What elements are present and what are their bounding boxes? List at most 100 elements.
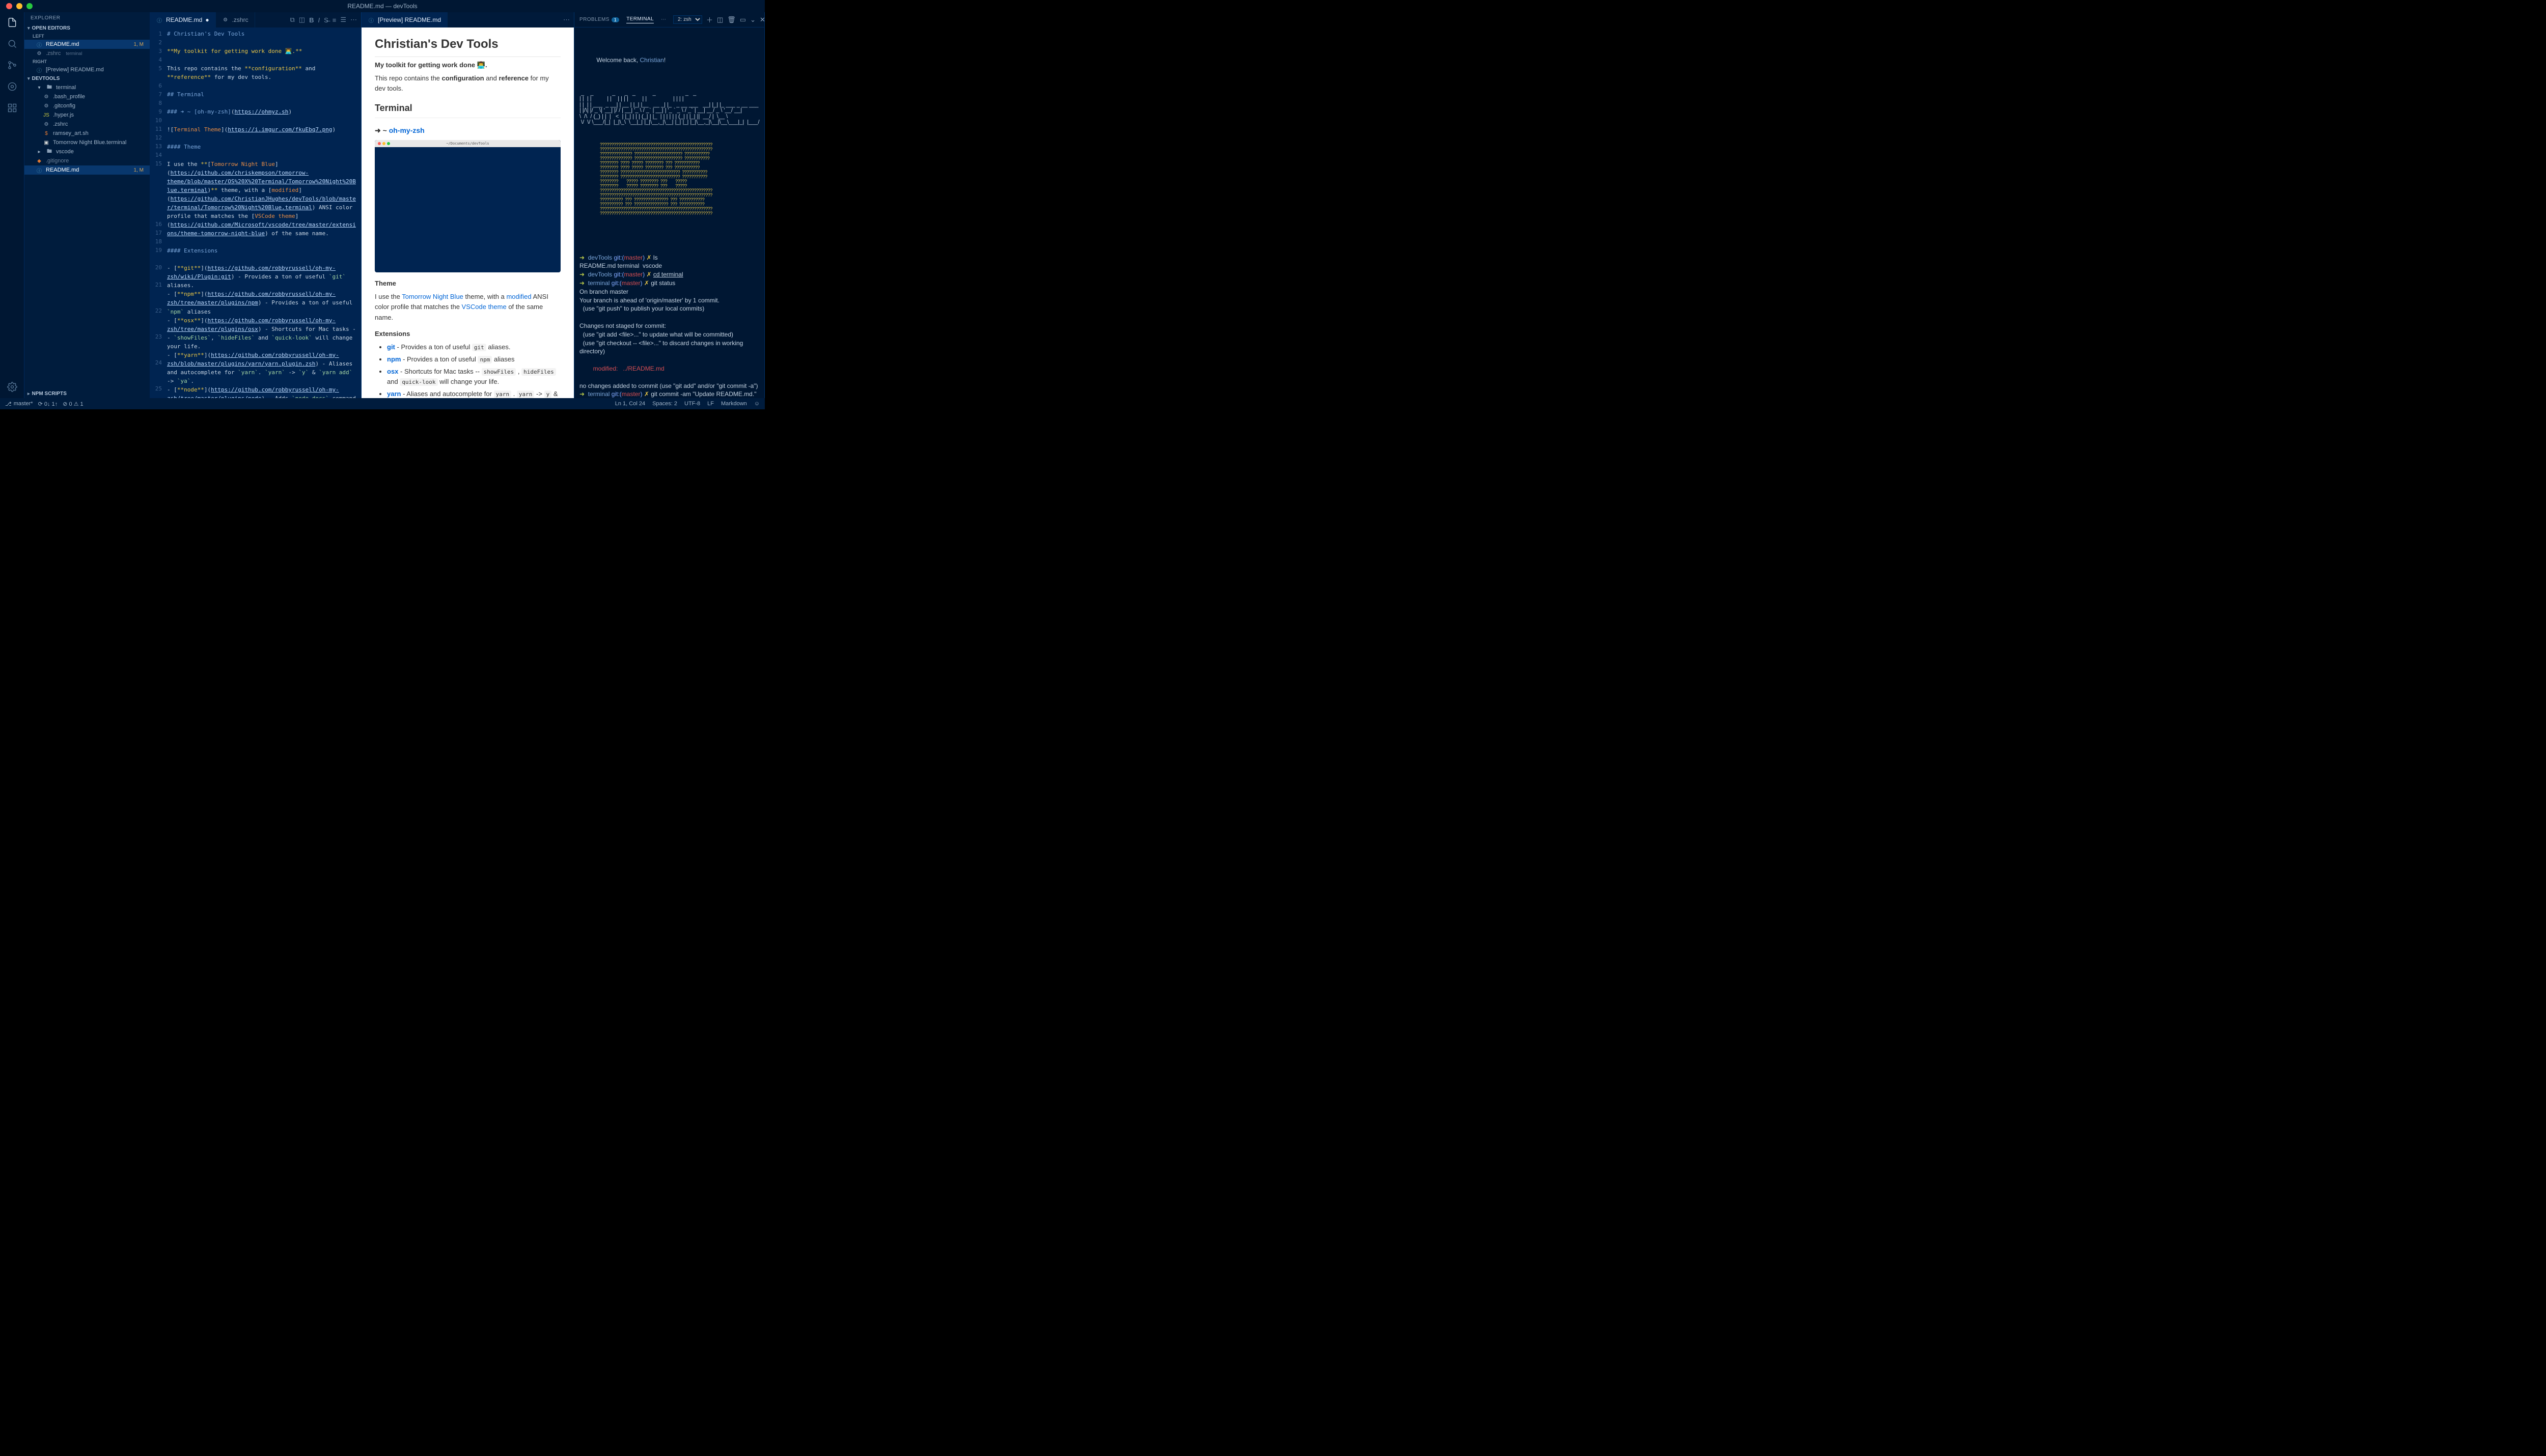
tab-problems[interactable]: Problems 1 <box>579 17 619 22</box>
markdown-icon: ⓘ <box>156 16 163 23</box>
extensions-icon[interactable] <box>6 102 18 114</box>
search-icon[interactable] <box>6 38 18 50</box>
eol-status[interactable]: LF <box>707 401 714 407</box>
folder-terminal[interactable]: ▾ 🖿 terminal <box>24 83 150 92</box>
extension-item: npm - Provides a ton of useful npm alias… <box>387 354 561 365</box>
terminal-selector[interactable]: 2: zsh <box>673 15 702 24</box>
chevron-right-icon: ▸ <box>36 148 43 155</box>
kill-terminal-icon[interactable]: 🗑 <box>727 16 736 24</box>
extension-item: git - Provides a ton of useful git alias… <box>387 342 561 352</box>
tab-bar-left: ⓘ README.md ● ⚙ .zshrc ⧉ ◫ B I S̶ ≡ ☰ ⋯ <box>150 12 361 27</box>
open-editor-readme[interactable]: ⓘ README.md 1, M <box>24 40 150 49</box>
activity-bar <box>0 12 24 398</box>
ascii-banner: _ _ _ _ _ _ _ _ | | | | | | | | | | | | … <box>579 91 759 126</box>
close-window[interactable] <box>6 3 12 9</box>
editor-toolbar: ⧉ ◫ B I S̶ ≡ ☰ ⋯ <box>286 12 361 27</box>
file-bash-profile[interactable]: ⚙.bash_profile <box>24 92 150 101</box>
shell-icon: $ <box>43 130 50 137</box>
problems-status[interactable]: ⊘ 0 ⚠ 1 <box>63 401 83 407</box>
tab-zshrc[interactable]: ⚙ .zshrc <box>216 12 255 27</box>
file-readme[interactable]: ⓘ README.md 1, M <box>24 165 150 175</box>
editor-group-right-label: Right <box>24 58 150 65</box>
extension-item: yarn - Aliases and autocomplete for yarn… <box>387 389 561 398</box>
indent-status[interactable]: Spaces: 2 <box>652 401 677 407</box>
preview-icon: ⓘ <box>36 66 43 73</box>
preview-tagline: My toolkit for getting work done 👨‍💻. <box>375 60 561 70</box>
sidebar: Explorer Open Editors Left ⓘ README.md 1… <box>24 12 150 398</box>
config-icon: ⚙ <box>43 121 50 128</box>
titlebar: README.md — devTools <box>0 0 765 12</box>
file-zshrc[interactable]: ⚙.zshrc <box>24 120 150 129</box>
feedback-icon[interactable]: ☺ <box>754 401 760 407</box>
file-ramsey-art[interactable]: $ramsey_art.sh <box>24 129 150 138</box>
terminal-screenshot: ~/Documents/devTools <box>375 140 561 272</box>
terminal-output[interactable]: Welcome back, Christian! _ _ _ _ _ _ _ _… <box>574 27 764 398</box>
heading-icon[interactable]: ≡ <box>333 16 337 24</box>
preview-icon: ⓘ <box>368 16 375 23</box>
italic-icon[interactable]: I <box>318 16 320 24</box>
preview-theme-p: I use the Tomorrow Night Blue theme, wit… <box>375 292 561 322</box>
terminal-welcome: Welcome back, Christian! <box>579 48 759 73</box>
open-editors-section[interactable]: Open Editors <box>24 24 150 33</box>
window-controls <box>0 3 33 9</box>
terminal-icon: ▣ <box>43 139 50 146</box>
status-bar: ⎇ master* ⟳ 0↓ 1↑ ⊘ 0 ⚠ 1 Ln 1, Col 24 S… <box>0 398 765 409</box>
debug-icon[interactable] <box>6 80 18 93</box>
settings-gear-icon[interactable] <box>6 381 18 393</box>
panel-tabs: Problems 1 Terminal ⋯ 2: zsh ＋ ◫ 🗑 ▭ ⌄ ✕ <box>574 12 764 27</box>
tab-terminal[interactable]: Terminal <box>626 16 654 23</box>
problems-badge: 1 <box>612 17 619 22</box>
git-branch-status[interactable]: ⎇ master* <box>5 401 33 407</box>
close-panel-icon[interactable]: ✕ <box>760 16 765 24</box>
maximize-window[interactable] <box>26 3 33 9</box>
new-terminal-icon[interactable]: ＋ <box>706 15 713 24</box>
file-tomorrow-terminal[interactable]: ▣Tomorrow Night Blue.terminal <box>24 138 150 147</box>
folder-icon: 🖿 <box>46 148 53 155</box>
project-section[interactable]: devTools <box>24 74 150 83</box>
config-icon: ⚙ <box>36 50 43 57</box>
more-icon[interactable]: ⋯ <box>350 16 357 24</box>
extensions-list: git - Provides a ton of useful git alias… <box>375 342 561 398</box>
tab-readme[interactable]: ⓘ README.md ● <box>150 12 216 27</box>
folder-vscode[interactable]: ▸ 🖿 vscode <box>24 147 150 156</box>
file-gitignore[interactable]: ◆.gitignore <box>24 156 150 165</box>
explorer-icon[interactable] <box>6 16 18 29</box>
markdown-preview[interactable]: Christian's Dev Tools My toolkit for get… <box>362 27 574 398</box>
branch-icon: ⎇ <box>5 401 12 407</box>
preview-desc: This repo contains the configuration and… <box>375 73 561 94</box>
minimize-window[interactable] <box>16 3 22 9</box>
file-hyper-js[interactable]: JS.hyper.js <box>24 110 150 120</box>
editor-group-left-label: Left <box>24 33 150 40</box>
cursor-position[interactable]: Ln 1, Col 24 <box>615 401 645 407</box>
open-editor-preview[interactable]: ⓘ [Preview] README.md <box>24 65 150 74</box>
chevron-down-icon[interactable]: ⌄ <box>750 16 756 24</box>
language-mode[interactable]: Markdown <box>721 401 747 407</box>
maximize-panel-icon[interactable]: ▭ <box>740 16 746 24</box>
sidebar-title: Explorer <box>24 12 150 24</box>
open-editor-zshrc[interactable]: ⚙ .zshrc terminal <box>24 49 150 58</box>
open-preview-icon[interactable]: ⧉ <box>290 16 294 24</box>
npm-scripts-section[interactable]: NPM Scripts <box>24 389 150 398</box>
tab-preview[interactable]: ⓘ [Preview] README.md <box>362 12 448 27</box>
config-icon: ⚙ <box>222 16 229 23</box>
file-gitconfig[interactable]: ⚙.gitconfig <box>24 101 150 110</box>
split-terminal-icon[interactable]: ◫ <box>717 16 723 24</box>
bold-icon[interactable]: B <box>309 16 314 24</box>
markdown-icon: ⓘ <box>36 41 43 48</box>
git-sync-status[interactable]: ⟳ 0↓ 1↑ <box>38 401 58 407</box>
config-icon: ⚙ <box>43 93 50 100</box>
panel-container: Problems 1 Terminal ⋯ 2: zsh ＋ ◫ 🗑 ▭ ⌄ ✕… <box>574 12 765 398</box>
markdown-icon: ⓘ <box>36 166 43 174</box>
encoding-status[interactable]: UTF-8 <box>684 401 700 407</box>
code-editor[interactable]: 12345 6789101112131415 16171819 20 21 22… <box>150 27 361 398</box>
preview-h4-extensions: Extensions <box>375 329 561 339</box>
source-control-icon[interactable] <box>6 59 18 71</box>
strikethrough-icon[interactable]: S̶ <box>324 16 328 24</box>
more-icon[interactable]: ⋯ <box>563 16 570 24</box>
more-icon[interactable]: ⋯ <box>661 17 666 22</box>
folder-icon: 🖿 <box>46 84 53 91</box>
ascii-block: ????????????????????????????????????????… <box>579 143 759 216</box>
preview-h1: Christian's Dev Tools <box>375 35 561 57</box>
list-icon[interactable]: ☰ <box>340 16 346 24</box>
split-editor-icon[interactable]: ◫ <box>299 16 305 24</box>
